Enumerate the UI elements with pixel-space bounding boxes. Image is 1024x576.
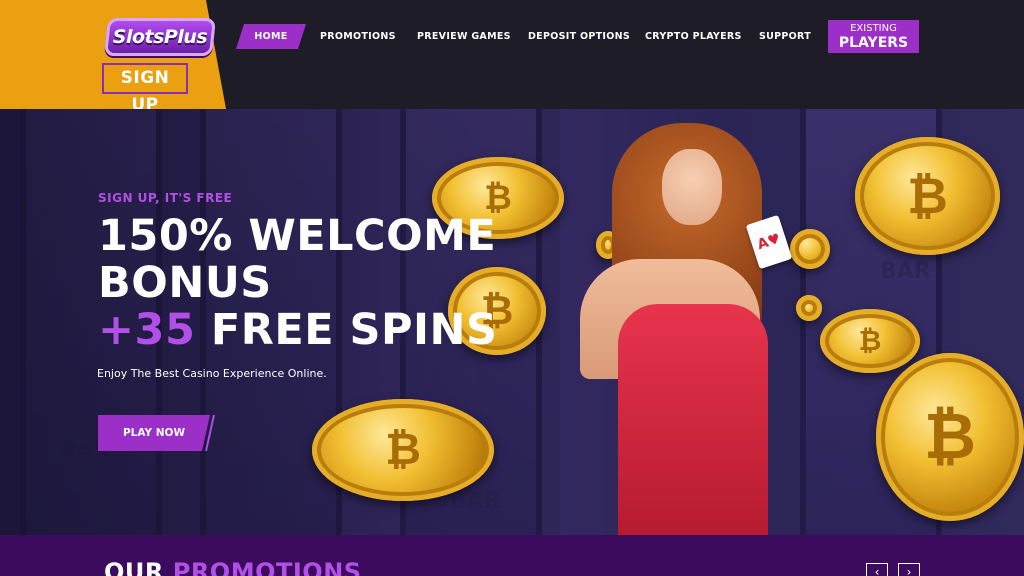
- logo-text: SlotsPlus: [112, 26, 208, 48]
- nav-preview-games[interactable]: PREVIEW GAMES: [417, 24, 511, 49]
- carousel-prev-icon[interactable]: ‹: [866, 563, 888, 576]
- headline-line-1: 150% WELCOME: [98, 211, 497, 261]
- existing-players-button[interactable]: EXISTING PLAYERS: [828, 20, 919, 53]
- nav-crypto-players[interactable]: CRYPTO PLAYERS: [645, 24, 742, 49]
- nav-deposit-options[interactable]: DEPOSIT OPTIONS: [528, 24, 630, 49]
- site-logo[interactable]: SlotsPlus: [104, 18, 216, 56]
- nav-promotions[interactable]: PROMOTIONS: [320, 24, 396, 49]
- headline-accent: +35: [98, 305, 196, 355]
- promotions-section: OUR PROMOTIONS ‹ ›: [0, 535, 1024, 576]
- promotions-title-accent: PROMOTIONS: [172, 558, 362, 576]
- hero-subtext: Enjoy The Best Casino Experience Online.: [97, 367, 327, 380]
- hero-headline: 150% WELCOME BONUS +35 FREE SPINS: [98, 213, 498, 354]
- headline-line-3: +35 FREE SPINS: [98, 307, 498, 354]
- carousel-next-icon[interactable]: ›: [898, 563, 920, 576]
- existing-label: EXISTING: [850, 23, 897, 34]
- signup-button[interactable]: SIGN UP: [102, 63, 188, 115]
- headline-rest: FREE SPINS: [195, 305, 498, 355]
- hero-kicker: SIGN UP, IT'S FREE: [98, 191, 233, 205]
- headline-line-2: BONUS: [98, 258, 272, 308]
- promotions-title-white: OUR: [104, 558, 173, 576]
- nav-support[interactable]: SUPPORT: [759, 24, 811, 49]
- nav-home[interactable]: HOME: [236, 24, 306, 49]
- bitcoin-coin-icon: ₿: [876, 353, 1024, 521]
- site-header: SlotsPlus SIGN UP HOME PROMOTIONS PREVIE…: [0, 0, 1024, 115]
- play-now-button[interactable]: PLAY NOW: [98, 415, 210, 451]
- bitcoin-coin-icon: [796, 295, 822, 321]
- woman-face: [662, 149, 722, 225]
- promotions-title: OUR PROMOTIONS: [104, 558, 362, 576]
- bitcoin-coin-icon: ₿: [312, 399, 494, 501]
- players-label: PLAYERS: [838, 35, 909, 51]
- bitcoin-coin-icon: [790, 229, 830, 269]
- bitcoin-coin-icon: ₿: [855, 137, 1000, 255]
- hero-banner: BAR BAR BAR ₿ ₿ ₿ ₿ ₿ ₿ A♥ SIGN UP, IT'S…: [0, 109, 1024, 535]
- reel-bar-text: BAR: [880, 259, 931, 284]
- woman-red-dress: [618, 304, 768, 535]
